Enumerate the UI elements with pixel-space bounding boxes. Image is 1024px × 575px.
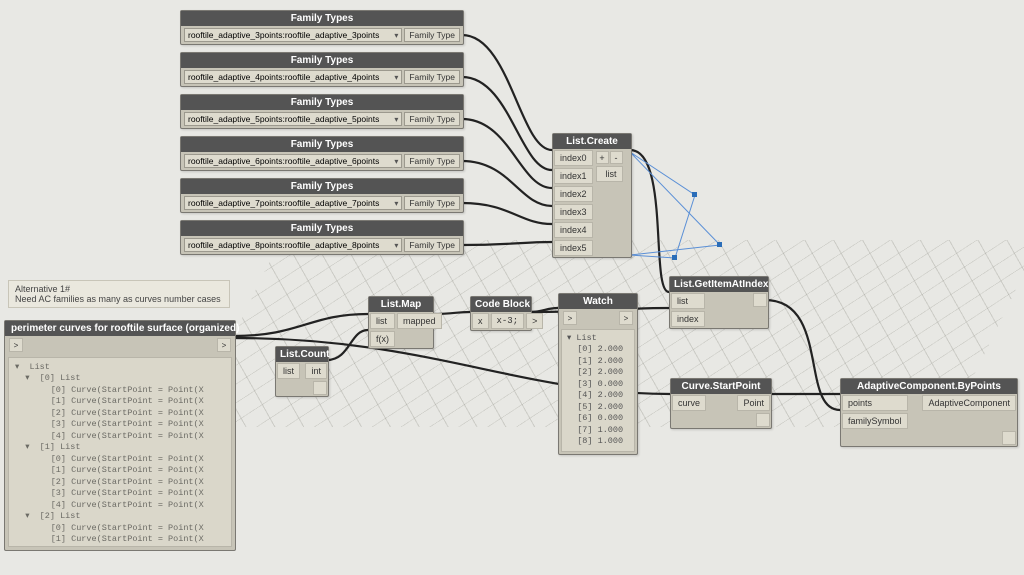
chevron-down-icon: ▾	[394, 157, 398, 166]
output-port-family-type[interactable]: Family Type	[404, 238, 460, 252]
input-port-index[interactable]: index	[671, 311, 705, 327]
annotation-note: Alternative 1# Need AC families as many …	[8, 280, 230, 308]
node-title: Family Types	[181, 53, 463, 68]
input-port[interactable]: f(x)	[370, 331, 395, 347]
node-title: perimeter curves for rooftile surface (o…	[5, 321, 235, 336]
node-title: List.GetItemAtIndex	[670, 277, 768, 292]
node-title: Family Types	[181, 221, 463, 236]
input-port[interactable]: >	[563, 311, 577, 325]
node-family-types[interactable]: Family Types rooftile_adaptive_3points:r…	[180, 10, 464, 45]
chevron-down-icon: ▾	[394, 199, 398, 208]
output-port-point[interactable]: Point	[737, 395, 770, 411]
chevron-down-icon: ▾	[394, 73, 398, 82]
output-port-family-type[interactable]: Family Type	[404, 112, 460, 126]
output-port-family-type[interactable]: Family Type	[404, 196, 460, 210]
node-family-types[interactable]: Family Types rooftile_adaptive_5points:r…	[180, 94, 464, 129]
output-port[interactable]	[753, 293, 767, 307]
node-title: List.Map	[369, 297, 433, 312]
lacing-icon[interactable]	[1002, 431, 1016, 445]
node-watch[interactable]: Watch > > ▾ List [0] 2.000 [1] 2.000 [2]…	[558, 293, 638, 455]
node-family-types[interactable]: Family Types rooftile_adaptive_7points:r…	[180, 178, 464, 213]
remove-input-button[interactable]: -	[610, 151, 623, 164]
dropdown-value: rooftile_adaptive_6points:rooftile_adapt…	[188, 156, 379, 166]
input-port-index2[interactable]: index2	[554, 186, 593, 202]
lacing-icon[interactable]	[313, 381, 327, 395]
input-port-index1[interactable]: index1	[554, 168, 593, 184]
output-port-list[interactable]: list	[596, 166, 623, 182]
node-title: Family Types	[181, 179, 463, 194]
add-input-button[interactable]: +	[596, 151, 609, 164]
data-preview: ▾ List ▾ [0] List [0] Curve(StartPoint =…	[8, 357, 232, 547]
family-type-dropdown[interactable]: rooftile_adaptive_5points:rooftile_adapt…	[184, 112, 402, 126]
input-port-x[interactable]: x	[472, 313, 489, 329]
output-port-mapped[interactable]: mapped	[397, 313, 442, 329]
lacing-icon[interactable]	[756, 413, 770, 427]
node-title: List.Create	[553, 134, 631, 149]
input-port-index5[interactable]: index5	[554, 240, 593, 256]
watch-preview: ▾ List [0] 2.000 [1] 2.000 [2] 2.000 [3]…	[561, 329, 635, 452]
input-port[interactable]: list	[370, 313, 395, 329]
node-title: List.Count	[276, 347, 328, 362]
dropdown-value: rooftile_adaptive_3points:rooftile_adapt…	[188, 30, 379, 40]
input-port-points[interactable]: points	[842, 395, 908, 411]
chevron-down-icon: ▾	[394, 241, 398, 250]
output-port[interactable]: >	[217, 338, 231, 352]
input-port[interactable]: >	[9, 338, 23, 352]
family-type-dropdown[interactable]: rooftile_adaptive_3points:rooftile_adapt…	[184, 28, 402, 42]
chevron-down-icon: ▾	[394, 115, 398, 124]
input-port-index3[interactable]: index3	[554, 204, 593, 220]
node-adaptivecomponent-bypoints[interactable]: AdaptiveComponent.ByPoints points familyS…	[840, 378, 1018, 447]
node-list-create[interactable]: List.Create index0 index1 index2 index3 inde…	[552, 133, 632, 258]
output-port-family-type[interactable]: Family Type	[404, 70, 460, 84]
node-list-count[interactable]: List.Count list int	[275, 346, 329, 397]
output-port-family-type[interactable]: Family Type	[404, 154, 460, 168]
output-port[interactable]: AdaptiveComponent	[922, 395, 1016, 411]
note-line1: Alternative 1#	[15, 284, 223, 294]
family-type-dropdown[interactable]: rooftile_adaptive_6points:rooftile_adapt…	[184, 154, 402, 168]
node-curve-startpoint[interactable]: Curve.StartPoint curve Point	[670, 378, 772, 429]
node-family-types[interactable]: Family Types rooftile_adaptive_8points:r…	[180, 220, 464, 255]
node-title: Family Types	[181, 11, 463, 26]
input-port-index0[interactable]: index0	[554, 150, 593, 166]
node-perimeter-curves[interactable]: perimeter curves for rooftile surface (o…	[4, 320, 236, 551]
family-type-dropdown[interactable]: rooftile_adaptive_8points:rooftile_adapt…	[184, 238, 402, 252]
node-title: Family Types	[181, 137, 463, 152]
dropdown-value: rooftile_adaptive_5points:rooftile_adapt…	[188, 114, 379, 124]
code-expression[interactable]: x-3;	[491, 313, 525, 329]
input-port-list[interactable]: list	[671, 293, 705, 309]
output-port-int[interactable]: int	[305, 363, 327, 379]
dropdown-value: rooftile_adaptive_7points:rooftile_adapt…	[188, 198, 379, 208]
node-code-block[interactable]: Code Block x x-3; >	[470, 296, 532, 331]
family-type-dropdown[interactable]: rooftile_adaptive_4points:rooftile_adapt…	[184, 70, 402, 84]
input-port-curve[interactable]: curve	[672, 395, 706, 411]
node-family-types[interactable]: Family Types rooftile_adaptive_6points:r…	[180, 136, 464, 171]
dropdown-value: rooftile_adaptive_4points:rooftile_adapt…	[188, 72, 379, 82]
node-title: AdaptiveComponent.ByPoints	[841, 379, 1017, 394]
chevron-down-icon: ▾	[394, 31, 398, 40]
input-port-list[interactable]: list	[277, 363, 300, 379]
output-port[interactable]: >	[526, 313, 543, 329]
node-title: Watch	[559, 294, 637, 309]
node-title: Curve.StartPoint	[671, 379, 771, 394]
output-port[interactable]: >	[619, 311, 633, 325]
output-port-family-type[interactable]: Family Type	[404, 28, 460, 42]
node-title: Code Block	[471, 297, 531, 312]
node-list-getitematindex[interactable]: List.GetItemAtIndex list index	[669, 276, 769, 329]
node-title: Family Types	[181, 95, 463, 110]
node-family-types[interactable]: Family Types rooftile_adaptive_4points:r…	[180, 52, 464, 87]
family-type-dropdown[interactable]: rooftile_adaptive_7points:rooftile_adapt…	[184, 196, 402, 210]
note-line2: Need AC families as many as curves numbe…	[15, 294, 223, 304]
node-list-map[interactable]: List.Map listf(x) mapped	[368, 296, 434, 349]
input-port-index4[interactable]: index4	[554, 222, 593, 238]
input-port-familySymbol[interactable]: familySymbol	[842, 413, 908, 429]
dropdown-value: rooftile_adaptive_8points:rooftile_adapt…	[188, 240, 379, 250]
